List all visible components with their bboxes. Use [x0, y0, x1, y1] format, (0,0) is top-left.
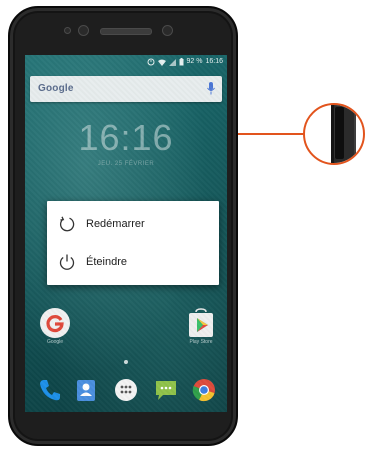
page-indicator	[124, 360, 128, 364]
google-icon	[40, 308, 70, 338]
earpiece-speaker	[100, 28, 152, 35]
google-logo-text: Google	[38, 83, 74, 94]
play-store-app[interactable]: Play Store	[185, 307, 217, 345]
signal-icon	[168, 58, 176, 66]
side-power-button[interactable]	[334, 107, 344, 159]
power-icon	[59, 254, 75, 270]
battery-percent: 92 %	[186, 58, 203, 65]
dock	[25, 369, 227, 412]
chrome-icon[interactable]	[191, 377, 217, 403]
restart-icon	[59, 216, 75, 232]
wifi-icon	[157, 59, 166, 66]
lockscreen-clock: 16:16	[78, 117, 174, 158]
power-off-option[interactable]: Éteindre	[47, 245, 219, 279]
power-off-label: Éteindre	[86, 256, 127, 268]
google-app-label: Google	[46, 339, 64, 345]
power-menu-dialog: Redémarrer Éteindre	[47, 201, 219, 285]
play-store-icon	[189, 308, 213, 337]
status-bar: 92 % 16:16	[25, 55, 227, 69]
mic-icon[interactable]	[207, 82, 215, 95]
google-app[interactable]: Google	[39, 307, 71, 345]
contacts-icon[interactable]	[73, 377, 99, 403]
sensor-icon	[64, 27, 71, 34]
proximity-sensor-icon	[162, 25, 173, 36]
restart-label: Redémarrer	[86, 218, 145, 230]
play-store-label: Play Store	[189, 339, 213, 345]
side-power-button-zoom	[303, 103, 365, 165]
phone-icon[interactable]	[37, 377, 63, 403]
restart-option[interactable]: Redémarrer	[47, 207, 219, 241]
google-search-bar[interactable]: Google	[30, 76, 222, 102]
lockscreen-date: JEU. 25 FÉVRIER	[97, 161, 155, 167]
screen: 92 % 16:16 Google 16:16 JEU. 25 FÉVRIER	[25, 55, 227, 412]
battery-icon	[179, 58, 183, 66]
front-camera-icon	[78, 25, 89, 36]
alarm-icon	[147, 58, 154, 66]
phone-device: 92 % 16:16 Google 16:16 JEU. 25 FÉVRIER	[8, 6, 238, 446]
app-drawer-icon[interactable]	[113, 377, 139, 403]
callout-leader-line	[238, 133, 304, 135]
messages-icon[interactable]	[153, 377, 179, 403]
status-time: 16:16	[205, 58, 223, 65]
